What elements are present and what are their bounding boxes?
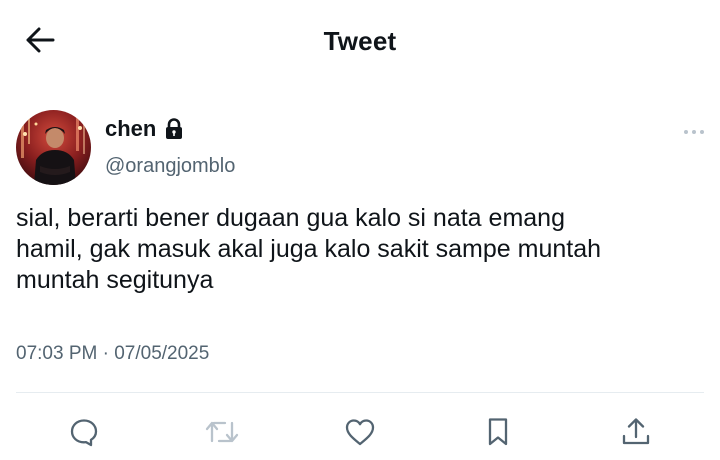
bookmark-icon bbox=[484, 416, 512, 448]
lock-icon bbox=[164, 118, 184, 140]
heart-icon bbox=[344, 417, 376, 447]
bookmark-button[interactable] bbox=[480, 414, 516, 450]
more-options-button[interactable] bbox=[682, 124, 706, 138]
retweet-button[interactable] bbox=[204, 414, 240, 450]
tweet-author: chen @orangjomblo bbox=[16, 110, 706, 190]
avatar[interactable] bbox=[16, 110, 91, 185]
retweet-icon bbox=[204, 417, 240, 447]
more-dots-icon bbox=[683, 122, 705, 140]
tweet-timestamp: 07:03 PM · 07/05/2025 bbox=[16, 343, 209, 365]
reply-button[interactable] bbox=[66, 414, 102, 450]
display-name-container[interactable]: chen bbox=[105, 116, 184, 142]
tweet-text: sial, berarti bener dugaan gua kalo si n… bbox=[16, 204, 602, 294]
tweet-time[interactable]: 07:03 PM bbox=[16, 343, 97, 364]
reply-icon bbox=[69, 417, 99, 447]
divider bbox=[16, 392, 704, 393]
page-title: Tweet bbox=[323, 26, 397, 56]
like-button[interactable] bbox=[342, 414, 378, 450]
share-icon bbox=[620, 416, 652, 448]
user-handle[interactable]: @orangjomblo bbox=[105, 155, 235, 178]
share-button[interactable] bbox=[618, 414, 654, 450]
timestamp-separator: · bbox=[102, 343, 109, 364]
top-bar: Tweet bbox=[0, 0, 720, 82]
tweet-date[interactable]: 07/05/2025 bbox=[114, 343, 209, 364]
display-name: chen bbox=[105, 116, 157, 141]
